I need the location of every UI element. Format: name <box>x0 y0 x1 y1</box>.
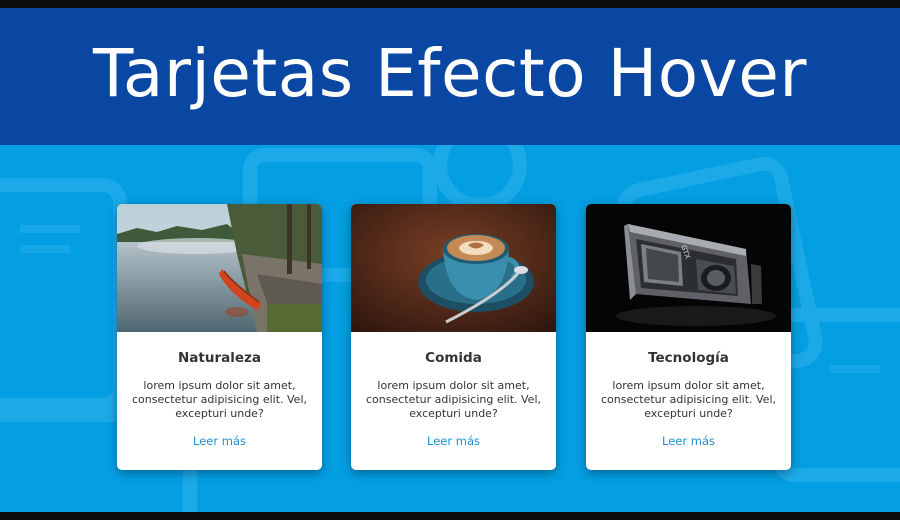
coffee-cup-photo <box>351 204 556 332</box>
lake-canoe-photo <box>117 204 322 332</box>
card-text: lorem ipsum dolor sit amet, consectetur … <box>131 379 308 420</box>
title-banner: Tarjetas Efecto Hover <box>0 8 900 145</box>
cards-section: Naturaleza lorem ipsum dolor sit amet, c… <box>0 145 900 512</box>
card-text: lorem ipsum dolor sit amet, consectetur … <box>365 379 542 420</box>
read-more-link[interactable]: Leer más <box>117 434 322 448</box>
card-naturaleza[interactable]: Naturaleza lorem ipsum dolor sit amet, c… <box>117 204 322 470</box>
page-title: Tarjetas Efecto Hover <box>93 34 807 112</box>
read-more-link[interactable]: Leer más <box>586 434 791 448</box>
card-title: Tecnología <box>648 350 729 366</box>
card-title: Naturaleza <box>178 350 261 366</box>
card-title: Comida <box>425 350 482 366</box>
card-comida[interactable]: Comida lorem ipsum dolor sit amet, conse… <box>351 204 556 470</box>
card-text: lorem ipsum dolor sit amet, consectetur … <box>600 379 777 420</box>
gpu-card-photo: GTX <box>586 204 791 332</box>
read-more-link[interactable]: Leer más <box>351 434 556 448</box>
video-frame: Tarjetas Efecto Hover Naturaleza lorem i… <box>0 8 900 512</box>
card-tecnologia[interactable]: GTX Tecnología lorem ipsum dolor sit ame… <box>586 204 791 470</box>
